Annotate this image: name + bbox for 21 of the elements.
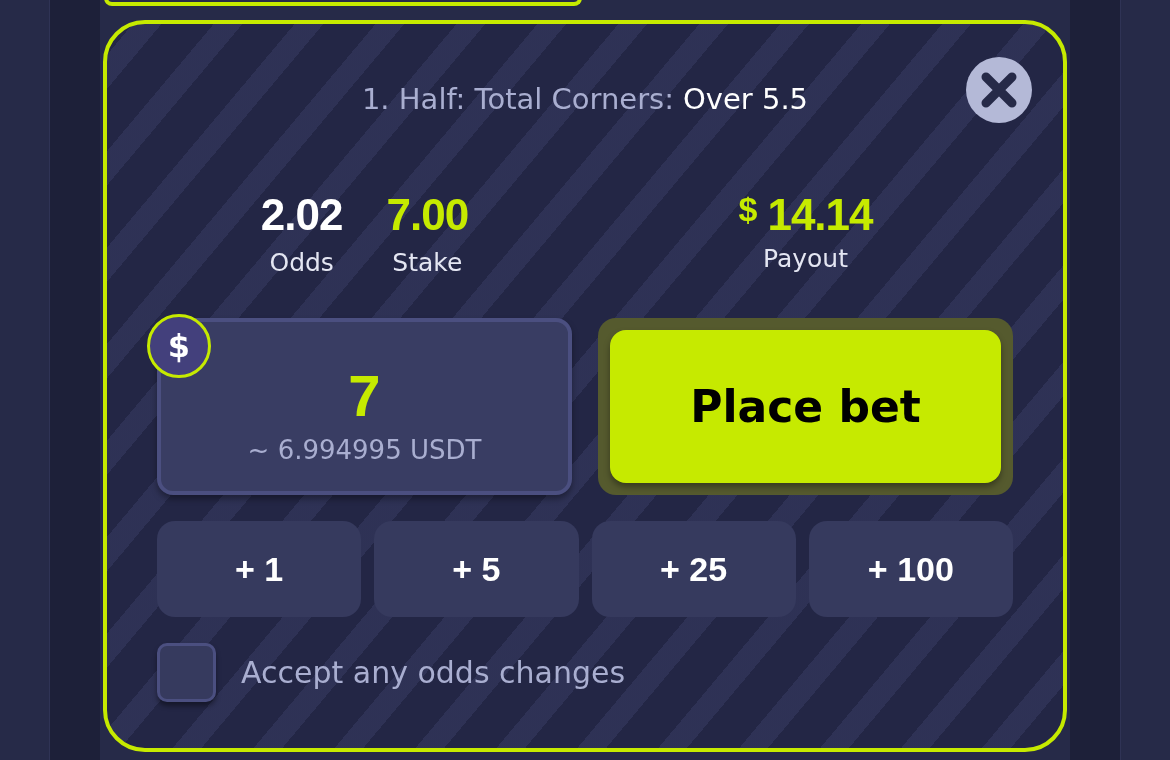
conversion-text: ~ 6.994995 USDT — [247, 435, 482, 465]
checkbox-label: Accept any odds changes — [241, 655, 626, 690]
quick-amount-button[interactable]: + 1 — [157, 521, 362, 617]
amount-input[interactable]: 7 — [264, 362, 465, 429]
stat-value: 7.00 — [386, 190, 469, 240]
checkbox[interactable] — [157, 643, 216, 702]
payout-value: 14.14 — [767, 190, 873, 240]
quick-amount-button[interactable]: + 25 — [591, 521, 796, 617]
currency-symbol: $ — [738, 190, 758, 229]
selection-label: Over 5.5 — [683, 82, 809, 116]
stat-label: Odds — [269, 248, 334, 277]
place-bet-button[interactable]: Place bet — [610, 330, 1001, 483]
market-label: 1. Half: Total Corners: — [361, 82, 674, 116]
close-icon — [980, 71, 1018, 109]
currency-badge: $ — [147, 314, 211, 378]
quick-amount-button[interactable]: + 100 — [808, 521, 1013, 617]
payout-label: Payout — [763, 244, 848, 273]
quick-amount-button[interactable]: + 5 — [374, 521, 579, 617]
stat-label: Stake — [392, 248, 463, 277]
stat-value: 2.02 — [260, 190, 343, 240]
close-button[interactable] — [966, 57, 1032, 123]
